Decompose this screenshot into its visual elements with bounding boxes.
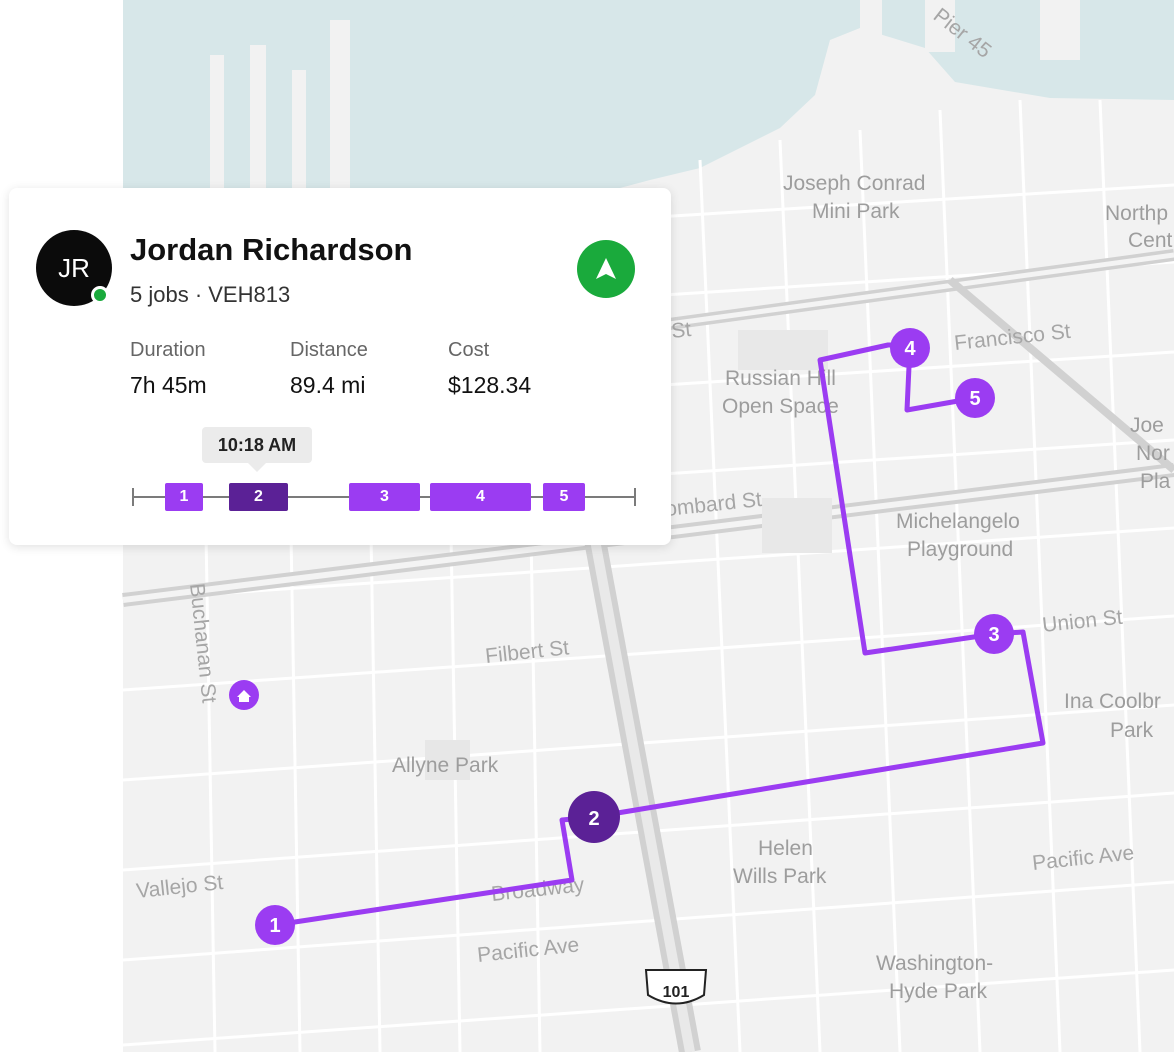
route-stop-3-label: 3 — [988, 624, 999, 646]
duration-label: Duration — [130, 339, 206, 361]
map-label-russian-hill-2: Open Space — [722, 395, 839, 418]
timeline-start-cap — [132, 488, 134, 506]
route-stop-2[interactable]: 2 — [568, 791, 620, 843]
avatar-initials: JR — [58, 252, 90, 283]
timeline-end-cap — [634, 488, 636, 506]
map-park-russian — [738, 330, 828, 370]
map-label-joseph-conrad-1: Joseph Conrad — [783, 172, 925, 195]
route-stop-3[interactable]: 3 — [974, 614, 1014, 654]
cost-label: Cost — [448, 339, 490, 361]
driver-name: Jordan Richardson — [130, 232, 413, 267]
map-label-ina-1: Ina Coolbr — [1064, 690, 1161, 713]
map-label-allyne-park: Allyne Park — [392, 754, 499, 777]
route-stop-5[interactable]: 5 — [955, 378, 995, 418]
route-stop-4-label: 4 — [904, 338, 916, 360]
map-label-north-1: Northp — [1105, 202, 1168, 225]
online-status-icon — [91, 286, 109, 304]
driver-card[interactable]: JR Jordan Richardson 5 jobs · VEH813 Dur… — [9, 188, 671, 545]
map-label-st-fragment: St — [670, 318, 692, 343]
map-label-joseph-conrad-2: Mini Park — [812, 200, 900, 223]
highway-shield-icon: 101 — [644, 969, 708, 1005]
distance-label: Distance — [290, 339, 368, 361]
route-stop-1-label: 1 — [269, 915, 280, 937]
highway-number: 101 — [663, 984, 690, 1001]
route-stop-2-label: 2 — [588, 808, 599, 830]
map-label-michelangelo-1: Michelangelo — [896, 510, 1020, 533]
cost-value: $128.34 — [448, 372, 532, 398]
map-label-north-2: Cent — [1128, 229, 1173, 252]
timeline-segment-4[interactable]: 4 — [430, 483, 531, 511]
duration-value: 7h 45m — [130, 372, 207, 398]
map-park-lombard — [762, 498, 832, 553]
navigate-button[interactable] — [577, 240, 635, 298]
timeline-segment-1[interactable]: 1 — [165, 483, 203, 511]
navigation-arrow-icon — [596, 258, 616, 279]
tooltip-arrow — [248, 463, 266, 472]
timeline-segment-3[interactable]: 3 — [349, 483, 420, 511]
map-label-joe-3: Pla — [1140, 470, 1171, 493]
map-label-helen-wills-1: Helen — [758, 837, 813, 860]
timeline-segment-2[interactable]: 2 — [229, 483, 288, 511]
map-label-washington-2: Hyde Park — [889, 980, 988, 1003]
map-label-joe-1: Joe — [1130, 414, 1164, 437]
map-label-ina-2: Park — [1110, 719, 1154, 742]
route-stop-5-label: 5 — [969, 388, 980, 410]
map-label-michelangelo-2: Playground — [907, 538, 1013, 561]
time-tooltip: 10:18 AM — [202, 427, 312, 463]
distance-value: 89.4 mi — [290, 372, 366, 398]
home-icon[interactable] — [229, 680, 259, 710]
route-stop-1[interactable]: 1 — [255, 905, 295, 945]
route-stop-4[interactable]: 4 — [890, 328, 930, 368]
map-label-joe-2: Nor — [1136, 442, 1170, 465]
timeline-segment-5[interactable]: 5 — [543, 483, 585, 511]
map-label-helen-wills-2: Wills Park — [733, 865, 827, 888]
map-label-washington-1: Washington- — [876, 952, 993, 975]
driver-subtitle: 5 jobs · VEH813 — [130, 282, 291, 307]
